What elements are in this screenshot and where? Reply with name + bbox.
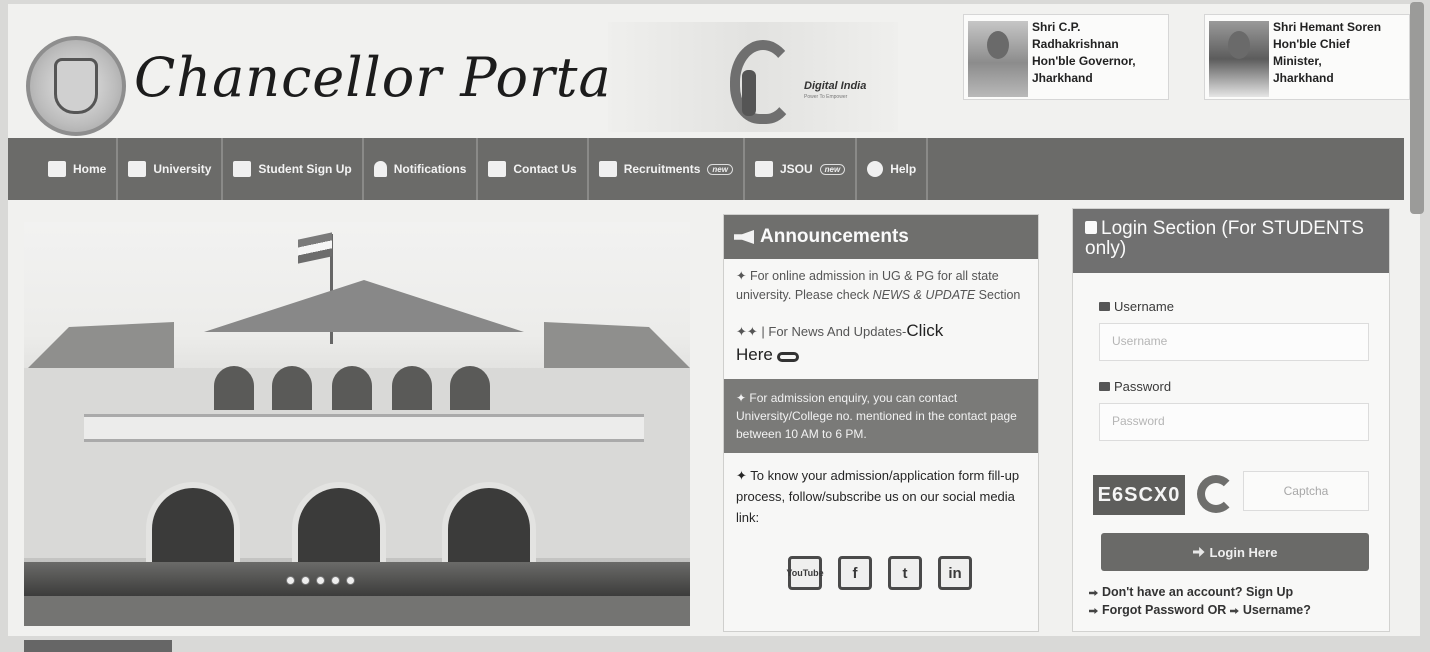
arrow-icon bbox=[1089, 590, 1098, 596]
refresh-captcha-icon[interactable] bbox=[1197, 475, 1235, 513]
digital-india-logo: Digital India Power To Empower bbox=[608, 22, 898, 132]
sign-in-icon bbox=[1192, 547, 1205, 557]
bell-icon bbox=[373, 161, 387, 177]
governor-photo bbox=[968, 21, 1028, 97]
nav-student-sign-up[interactable]: Student Sign Up bbox=[223, 138, 364, 200]
megaphone-icon bbox=[734, 230, 754, 244]
login-button[interactable]: Login Here bbox=[1101, 533, 1369, 571]
login-panel: Login Section (For STUDENTS only) Userna… bbox=[1072, 208, 1390, 632]
new-badge: new bbox=[819, 163, 846, 175]
digital-india-tagline: Power To Empower bbox=[804, 94, 848, 100]
click-here-link[interactable]: Here bbox=[736, 345, 773, 364]
digital-india-name: Digital India bbox=[804, 80, 867, 92]
new-badge: new bbox=[707, 163, 733, 175]
announcement-item: ✦✦ | For News And Updates-Click Here bbox=[736, 321, 944, 364]
social-links: YouTube f t in bbox=[724, 556, 1038, 590]
nav-recruitments[interactable]: Recruitments new bbox=[589, 138, 745, 200]
page: Chancellor Portal Digital India Power To… bbox=[8, 4, 1420, 636]
main-nav: Home University Student Sign Up Notifica… bbox=[8, 138, 1404, 200]
governor-line: Hon'ble Governor, bbox=[1032, 54, 1136, 68]
announcement-item: ✦ For online admission in UG & PG for al… bbox=[736, 269, 1021, 302]
scrollbar-thumb[interactable] bbox=[1410, 2, 1424, 214]
slider-dots[interactable] bbox=[286, 576, 355, 585]
home-icon bbox=[48, 161, 66, 177]
sign-up-link[interactable]: Don't have an account? Sign Up bbox=[1089, 583, 1311, 601]
captcha-image: E6SCX0 bbox=[1093, 475, 1185, 515]
user-add-icon bbox=[233, 161, 252, 177]
nav-help[interactable]: Help bbox=[857, 138, 929, 200]
announcements-header: Announcements bbox=[724, 215, 1038, 259]
cm-line: Hon'ble Chief bbox=[1273, 37, 1350, 51]
envelope-icon bbox=[1099, 302, 1110, 311]
envelope-icon bbox=[598, 161, 617, 177]
nav-jsou[interactable]: JSOU new bbox=[745, 138, 858, 200]
twitter-icon[interactable]: t bbox=[888, 556, 922, 590]
nav-home[interactable]: Home bbox=[8, 138, 119, 200]
raj-bhavan-slider-image bbox=[24, 222, 690, 626]
link-icon bbox=[776, 351, 799, 362]
announcement-item: ✦ To know your admission/application for… bbox=[736, 468, 1020, 525]
login-header: Login Section (For STUDENTS only) bbox=[1073, 209, 1389, 273]
username-label: Username bbox=[1099, 299, 1174, 314]
click-here-link[interactable]: Click bbox=[906, 321, 943, 340]
captcha-input[interactable]: Captcha bbox=[1243, 471, 1369, 511]
info-icon bbox=[867, 161, 884, 177]
chief-minister-photo bbox=[1209, 21, 1269, 97]
governor-line: Shri C.P. bbox=[1032, 20, 1081, 34]
footer-tab bbox=[24, 640, 172, 652]
university-icon bbox=[128, 161, 147, 177]
cm-line: Minister, bbox=[1273, 54, 1322, 68]
chief-minister-card: Shri Hemant Soren Hon'ble Chief Minister… bbox=[1204, 14, 1410, 100]
linkedin-icon[interactable]: in bbox=[938, 556, 972, 590]
nav-contact-us[interactable]: Contact Us bbox=[478, 138, 589, 200]
password-input[interactable]: Password bbox=[1099, 403, 1369, 441]
digital-india-swirl-icon bbox=[730, 40, 796, 124]
governor-line: Jharkhand bbox=[1032, 71, 1093, 85]
username-input[interactable]: Username bbox=[1099, 323, 1369, 361]
portal-title: Chancellor Portal bbox=[134, 46, 630, 109]
cm-line: Jharkhand bbox=[1273, 71, 1334, 85]
arrow-icon bbox=[1229, 608, 1239, 614]
envelope-icon bbox=[754, 161, 773, 177]
lock-icon bbox=[1085, 221, 1097, 234]
arrow-icon bbox=[1089, 608, 1098, 614]
flag-icon bbox=[298, 232, 332, 264]
announcement-item: ✦ For admission enquiry, you can contact… bbox=[724, 379, 1038, 453]
announcements-panel: Announcements ✦ For online admission in … bbox=[723, 214, 1039, 632]
lock-icon bbox=[1099, 382, 1110, 391]
governor-card: Shri C.P. Radhakrishnan Hon'ble Governor… bbox=[963, 14, 1169, 100]
envelope-icon bbox=[488, 161, 507, 177]
forgot-link[interactable]: Forgot Password OR Username? bbox=[1089, 601, 1311, 619]
facebook-icon[interactable]: f bbox=[838, 556, 872, 590]
news-update-link[interactable]: NEWS & UPDATE bbox=[873, 288, 976, 302]
nav-notifications[interactable]: Notifications bbox=[364, 138, 479, 200]
governor-line: Radhakrishnan bbox=[1032, 37, 1119, 51]
cm-line: Shri Hemant Soren bbox=[1273, 20, 1382, 34]
state-emblem-logo bbox=[26, 36, 126, 136]
youtube-icon[interactable]: YouTube bbox=[786, 556, 824, 590]
password-label: Password bbox=[1099, 379, 1171, 394]
nav-university[interactable]: University bbox=[118, 138, 224, 200]
